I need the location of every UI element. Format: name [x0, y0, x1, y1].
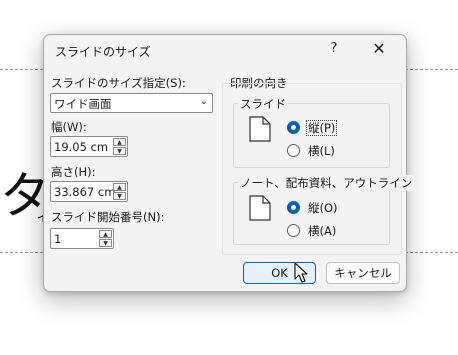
- height-field[interactable]: 33.867 cm ▲ ▼: [50, 181, 128, 202]
- portrait-page-icon: [249, 195, 271, 221]
- slides-landscape-radio[interactable]: [287, 144, 300, 157]
- slide-size-dialog: スライドのサイズ ? ✕ スライドのサイズ指定(S): ワイド画面 ⌄ 幅(W)…: [43, 34, 415, 292]
- notes-landscape-radio[interactable]: [287, 224, 300, 237]
- chevron-down-icon[interactable]: ⌄: [200, 96, 208, 107]
- mouse-pointer-icon: [294, 262, 308, 283]
- dialog-titlebar: スライドのサイズ ? ✕: [44, 35, 406, 65]
- width-increment-button[interactable]: ▲: [113, 138, 126, 146]
- width-label: 幅(W):: [51, 120, 87, 134]
- dialog-title: スライドのサイズ: [55, 45, 151, 59]
- width-value[interactable]: 19.05 cm: [54, 140, 108, 154]
- cancel-button[interactable]: キャンセル: [326, 262, 400, 284]
- slides-portrait-radio[interactable]: [287, 121, 300, 134]
- slides-portrait-label[interactable]: 縦(P): [306, 120, 338, 136]
- slides-landscape-label[interactable]: 横(L): [308, 143, 335, 159]
- notes-landscape-label[interactable]: 横(A): [308, 223, 336, 239]
- notes-portrait-radio[interactable]: [287, 201, 300, 214]
- start-number-label: スライド開始番号(N):: [51, 210, 165, 224]
- portrait-page-icon: [249, 116, 271, 142]
- start-number-decrement-button[interactable]: ▼: [99, 239, 112, 247]
- slide-size-select[interactable]: ワイド画面 ⌄: [50, 93, 213, 113]
- slide-size-label: スライドのサイズ指定(S):: [51, 76, 186, 90]
- height-label: 高さ(H):: [51, 165, 96, 179]
- close-button[interactable]: ✕: [371, 39, 387, 58]
- width-decrement-button[interactable]: ▼: [113, 147, 126, 155]
- width-field[interactable]: 19.05 cm ▲ ▼: [50, 136, 128, 157]
- slides-portrait-label-text: 縦(P): [306, 120, 338, 136]
- slides-orientation-title: スライド: [238, 96, 288, 112]
- help-button[interactable]: ?: [327, 41, 341, 56]
- height-decrement-button[interactable]: ▼: [113, 192, 126, 200]
- start-number-field[interactable]: 1 ▲ ▼: [50, 228, 114, 249]
- notes-portrait-label[interactable]: 縦(O): [308, 200, 338, 216]
- slide-size-value: ワイド画面: [54, 97, 112, 111]
- height-value[interactable]: 33.867 cm: [54, 185, 115, 199]
- height-increment-button[interactable]: ▲: [113, 183, 126, 191]
- start-number-value[interactable]: 1: [54, 232, 61, 246]
- notes-orientation-title: ノート、配布資料、アウトライン: [238, 175, 415, 191]
- start-number-increment-button[interactable]: ▲: [99, 230, 112, 238]
